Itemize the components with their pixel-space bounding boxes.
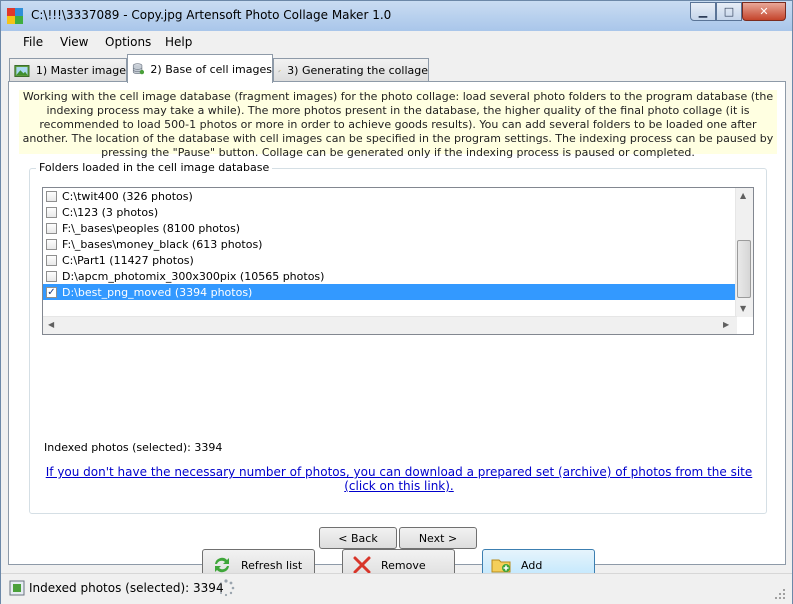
- scroll-left-icon[interactable]: ◀: [48, 320, 54, 329]
- tab-label: 3) Generating the collage: [287, 64, 428, 77]
- scroll-right-icon[interactable]: ▶: [723, 320, 729, 329]
- folder-list-item[interactable]: D:\apcm_photomix_300x300pix (10565 photo…: [43, 268, 735, 284]
- close-button[interactable]: ✕: [742, 2, 786, 21]
- back-button[interactable]: < Back: [319, 527, 397, 549]
- folder-checkbox[interactable]: [46, 238, 57, 250]
- folder-list-item[interactable]: C:\Part1 (11427 photos): [43, 252, 735, 268]
- remove-icon: [353, 556, 371, 574]
- window-controls: ▁ □ ✕: [690, 2, 786, 21]
- folder-checkbox[interactable]: ✓: [46, 286, 57, 298]
- menu-file[interactable]: File: [23, 35, 43, 49]
- add-folder-icon: [491, 559, 511, 573]
- download-photos-link[interactable]: If you don't have the necessary number o…: [44, 465, 754, 493]
- folder-checkbox[interactable]: [46, 206, 57, 218]
- maximize-button[interactable]: □: [716, 2, 742, 21]
- folder-label: F:\_bases\peoples (8100 photos): [62, 221, 241, 235]
- status-bar: Indexed photos (selected): 3394: [1, 573, 792, 604]
- magic-wand-icon: [278, 69, 281, 72]
- title-bar[interactable]: C:\!!!\3337089 - Copy.jpg Artensoft Phot…: [1, 1, 792, 31]
- tab-generating-collage[interactable]: 3) Generating the collage: [273, 58, 429, 82]
- tab-label: 1) Master image: [35, 64, 126, 77]
- window-title: C:\!!!\3337089 - Copy.jpg Artensoft Phot…: [31, 8, 392, 22]
- resize-grip-icon[interactable]: [774, 588, 786, 600]
- close-icon: ✕: [759, 5, 769, 18]
- refresh-list-label: Refresh list: [241, 558, 303, 572]
- menu-bar: File View Options Help: [1, 31, 792, 53]
- horizontal-scrollbar[interactable]: ◀ ▶: [43, 316, 737, 334]
- folder-list-item[interactable]: ✓ D:\best_png_moved (3394 photos): [43, 284, 735, 300]
- info-text: Working with the cell image database (fr…: [19, 90, 777, 159]
- folder-label: C:\123 (3 photos): [62, 205, 159, 219]
- tab-base-of-cell-images[interactable]: 2) Base of cell images: [127, 54, 273, 83]
- folders-group: Folders loaded in the cell image databas…: [29, 161, 767, 581]
- indexed-photos-label: Indexed photos (selected): 3394: [44, 441, 223, 454]
- scroll-thumb[interactable]: [737, 240, 751, 298]
- menu-options[interactable]: Options: [105, 35, 151, 49]
- folder-label: D:\best_png_moved (3394 photos): [62, 285, 253, 299]
- scroll-up-icon[interactable]: ▲: [740, 191, 746, 200]
- tab-panel-base-of-cell-images: Working with the cell image database (fr…: [8, 81, 786, 581]
- folders-group-label: Folders loaded in the cell image databas…: [36, 161, 273, 174]
- loading-spinner-icon: [218, 579, 235, 597]
- folder-list-item[interactable]: C:\twit400 (326 photos): [43, 188, 735, 204]
- folders-list[interactable]: C:\twit400 (326 photos) C:\123 (3 photos)…: [42, 187, 754, 335]
- folder-checkbox[interactable]: [46, 190, 57, 202]
- maximize-icon: □: [723, 5, 735, 18]
- folder-checkbox[interactable]: [46, 222, 57, 234]
- folder-label: C:\twit400 (326 photos): [62, 189, 193, 203]
- folder-list-item[interactable]: F:\_bases\money_black (613 photos): [43, 236, 735, 252]
- refresh-icon: [215, 557, 229, 573]
- add-label: Add: [521, 558, 543, 572]
- app-window: C:\!!!\3337089 - Copy.jpg Artensoft Phot…: [0, 0, 793, 604]
- folder-list-item[interactable]: C:\123 (3 photos): [43, 204, 735, 220]
- folder-label: F:\_bases\money_black (613 photos): [62, 237, 263, 251]
- image-icon: [14, 64, 30, 77]
- remove-label: Remove: [381, 558, 426, 572]
- scroll-down-icon[interactable]: ▼: [740, 304, 746, 313]
- folder-checkbox[interactable]: [46, 270, 57, 282]
- folder-checkbox[interactable]: [46, 254, 57, 266]
- folder-list-item[interactable]: F:\_bases\peoples (8100 photos): [43, 220, 735, 236]
- folder-label: D:\apcm_photomix_300x300pix (10565 photo…: [62, 269, 325, 283]
- folder-label: C:\Part1 (11427 photos): [62, 253, 194, 267]
- menu-view[interactable]: View: [60, 35, 88, 49]
- tab-label: 2) Base of cell images: [150, 62, 272, 76]
- database-icon: [132, 63, 145, 75]
- status-text: Indexed photos (selected): 3394: [29, 581, 224, 595]
- menu-help[interactable]: Help: [165, 35, 192, 49]
- app-icon: [7, 8, 23, 24]
- minimize-icon: ▁: [698, 5, 708, 18]
- tab-master-image[interactable]: 1) Master image: [9, 58, 127, 82]
- minimize-button[interactable]: ▁: [690, 2, 716, 21]
- database-status-icon: [9, 580, 25, 596]
- vertical-scrollbar[interactable]: ▲ ▼: [735, 188, 753, 317]
- next-button[interactable]: Next >: [399, 527, 477, 549]
